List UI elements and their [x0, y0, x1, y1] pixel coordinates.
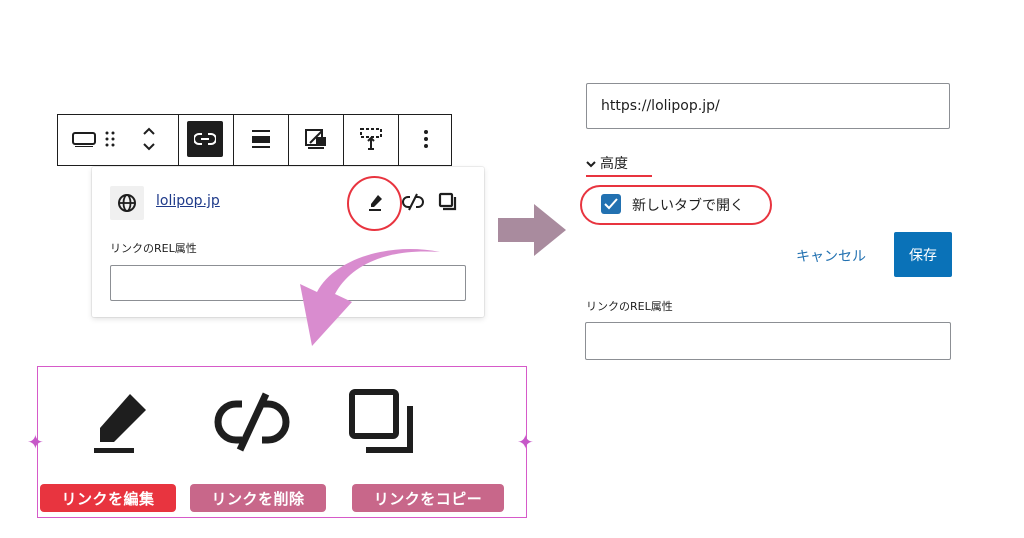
right-arrow-icon — [498, 204, 566, 256]
large-unlink-icon — [212, 390, 292, 458]
advanced-highlight-underline — [586, 175, 652, 177]
block-icon[interactable] — [66, 121, 102, 157]
cancel-button[interactable]: キャンセル — [796, 246, 866, 266]
save-button[interactable]: 保存 — [894, 232, 952, 277]
new-tab-checkbox[interactable] — [601, 194, 621, 214]
rel-label: リンクのREL属性 — [110, 242, 197, 255]
large-copy-icon — [348, 388, 420, 460]
sparkle-left-icon: ✦ — [27, 430, 44, 454]
media-text-icon[interactable] — [298, 121, 334, 157]
globe-icon — [110, 186, 144, 220]
edit-link-tag: リンクを編集 — [40, 484, 176, 512]
copy-link-icon[interactable] — [438, 192, 458, 216]
height-icon[interactable] — [353, 121, 389, 157]
sparkle-right-icon: ✦ — [517, 430, 534, 454]
move-up-down-icon[interactable] — [130, 121, 168, 157]
align-icon[interactable] — [243, 121, 279, 157]
rel-input-settings[interactable] — [585, 322, 951, 360]
edit-highlight-circle — [347, 176, 402, 231]
link-url[interactable]: lolipop.jp — [156, 193, 220, 209]
more-options-icon[interactable] — [408, 121, 444, 157]
unlink-icon[interactable] — [402, 192, 424, 216]
unlink-tag: リンクを削除 — [190, 484, 326, 512]
drag-handle-icon[interactable] — [100, 121, 120, 157]
large-pencil-icon — [90, 390, 152, 458]
chevron-down-icon[interactable] — [586, 154, 596, 173]
url-input[interactable]: https://lolipop.jp/ — [586, 83, 950, 129]
advanced-toggle[interactable]: 高度 — [600, 153, 628, 173]
curved-arrow-icon — [300, 249, 440, 346]
link-icon[interactable] — [187, 121, 223, 157]
copy-link-tag: リンクをコピー — [352, 484, 504, 512]
new-tab-label: 新しいタブで開く — [632, 198, 744, 214]
rel-label-settings: リンクのREL属性 — [586, 300, 673, 313]
checkmark-icon — [604, 198, 618, 210]
block-toolbar — [57, 114, 452, 166]
